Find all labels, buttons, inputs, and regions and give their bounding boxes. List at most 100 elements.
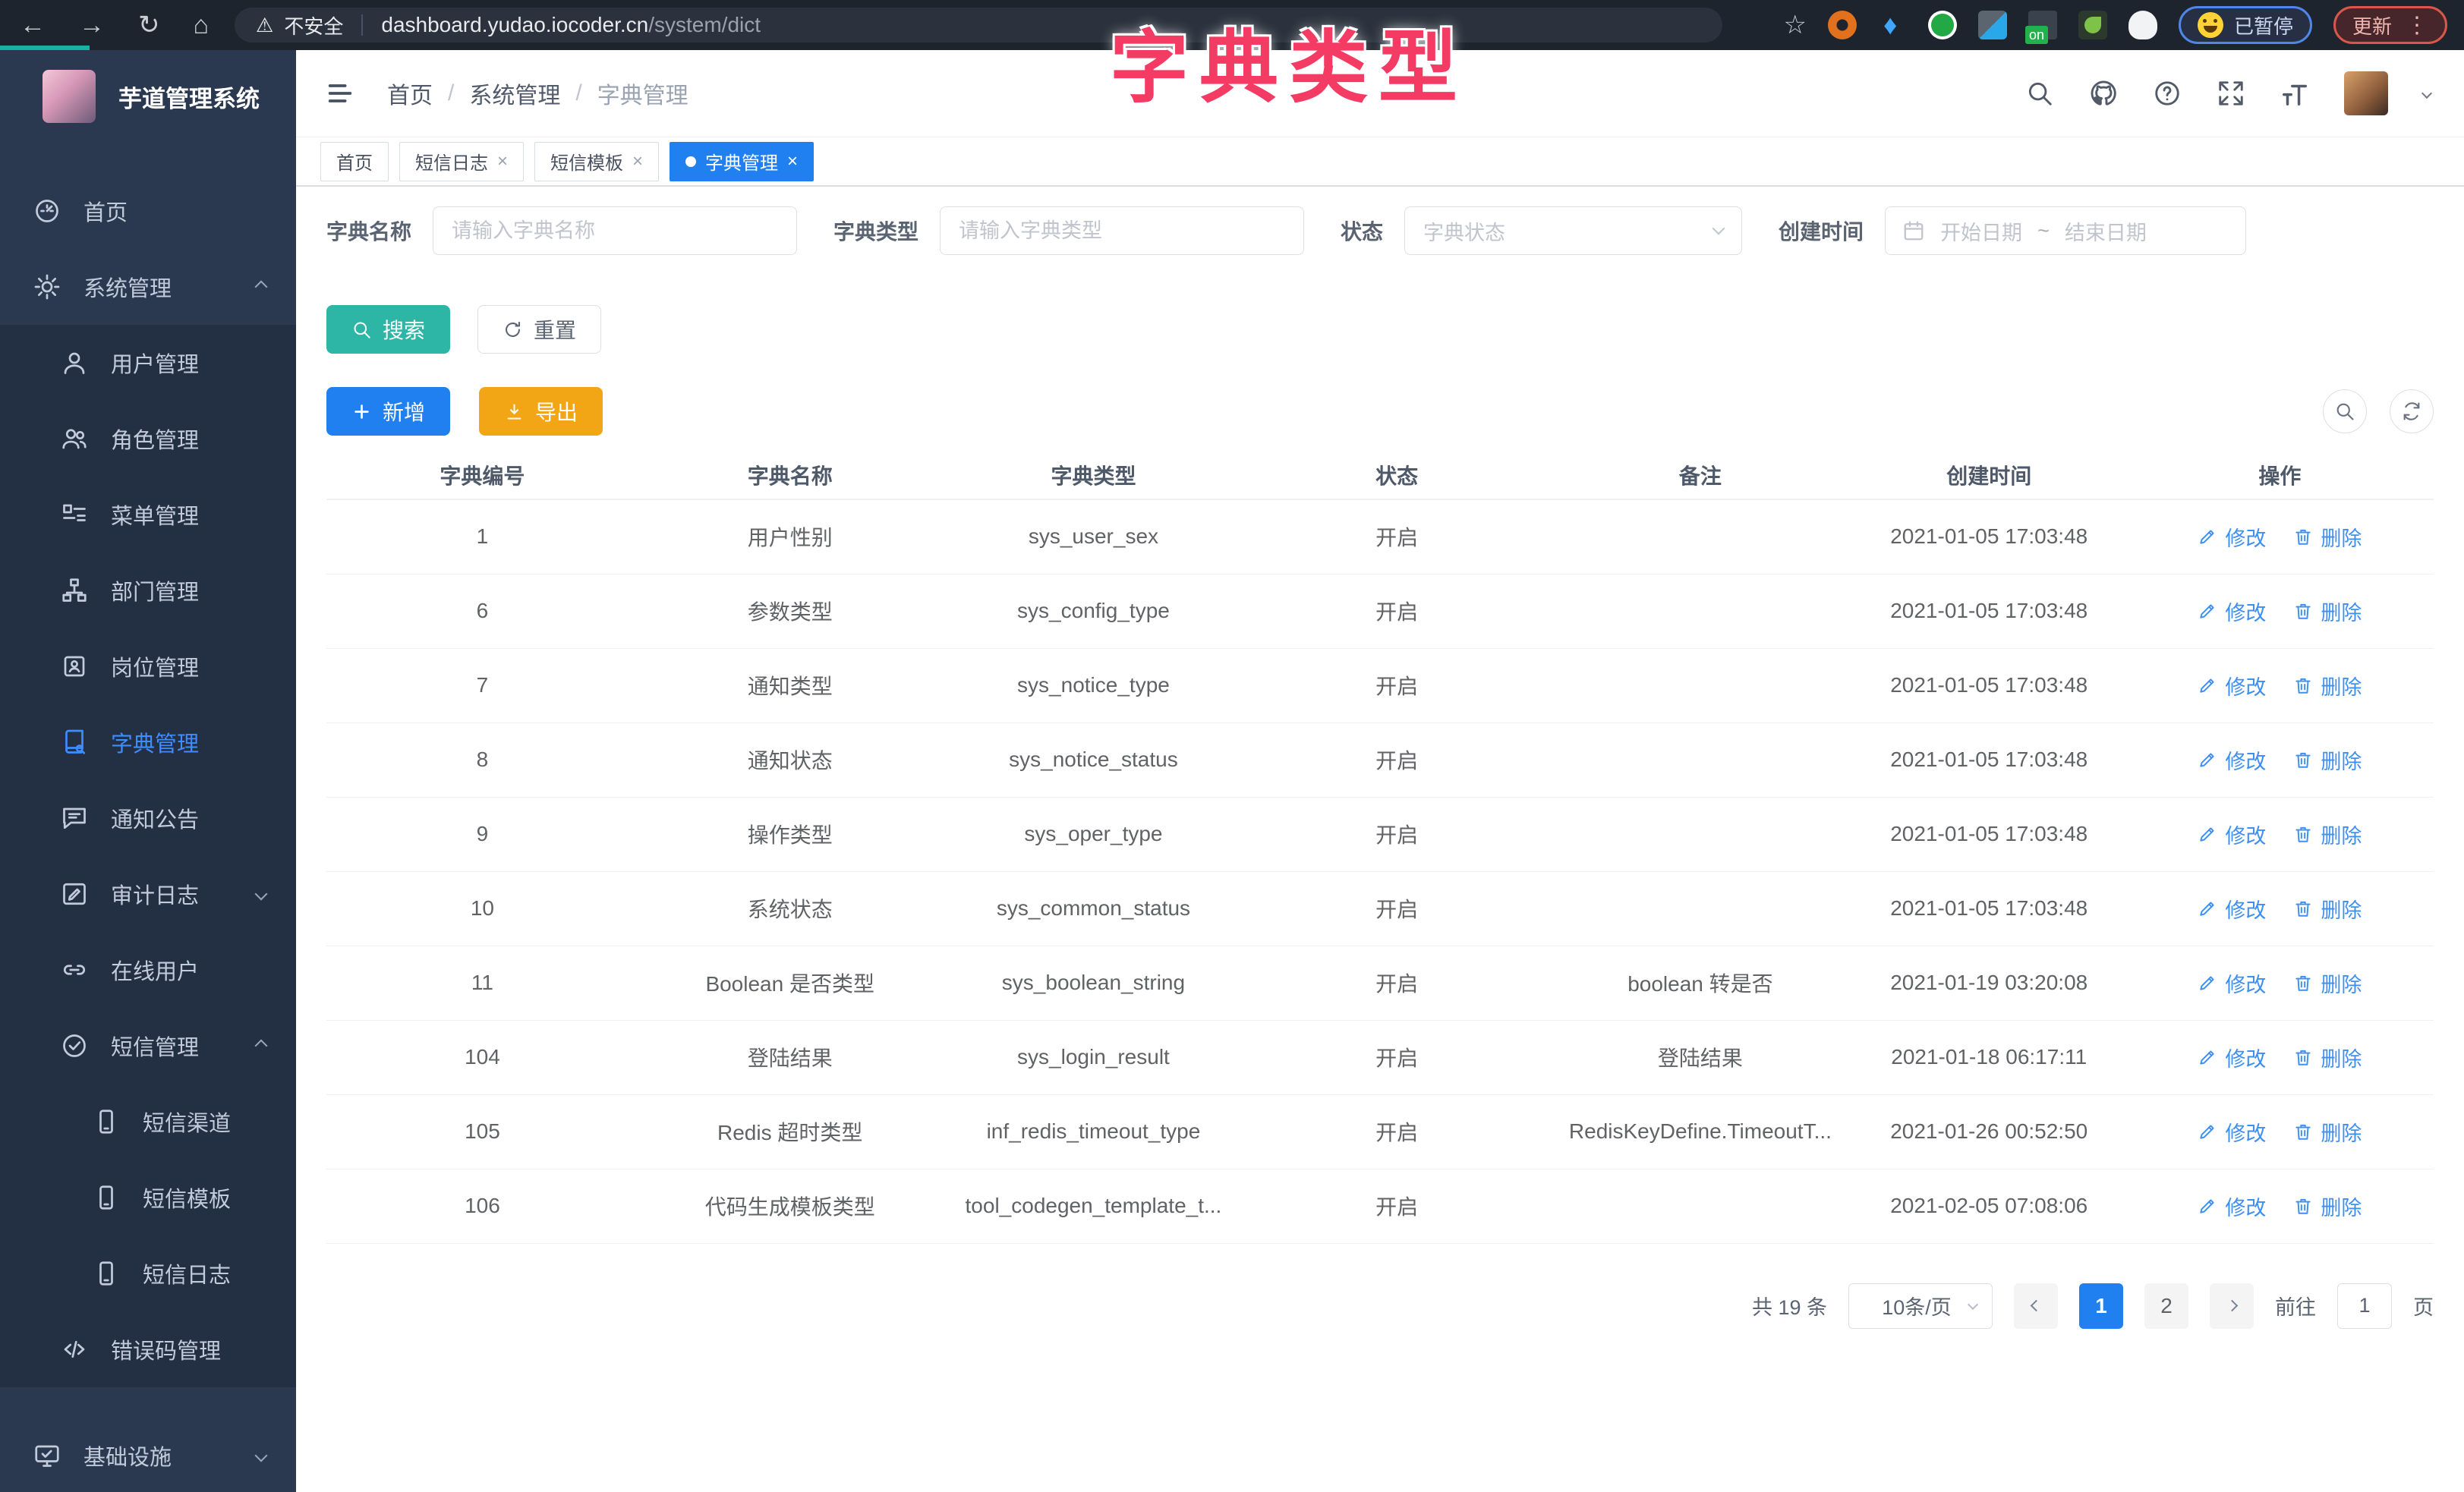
fullscreen-icon[interactable] [2217, 79, 2245, 108]
edit-link[interactable]: 修改 [2198, 596, 2266, 626]
edit-link[interactable]: 修改 [2198, 894, 2266, 924]
delete-link[interactable]: 删除 [2293, 745, 2362, 775]
extension-grid-icon[interactable] [1978, 11, 2007, 39]
page-size-select[interactable]: 10条/页 [1848, 1283, 1993, 1329]
delete-link[interactable]: 删除 [2293, 820, 2362, 849]
dict-name-input[interactable] [433, 206, 797, 255]
table-refresh-button[interactable] [2390, 389, 2434, 433]
browser-update-button[interactable]: 更新 [2333, 6, 2447, 44]
add-button[interactable]: 新增 [326, 387, 450, 436]
browser-home-icon[interactable] [194, 11, 210, 40]
extension-green-circle-icon[interactable] [1928, 11, 1957, 39]
cell-type-link[interactable]: sys_notice_type [942, 648, 1246, 722]
sidebar-item-notices[interactable]: 通知公告 [0, 780, 296, 856]
github-icon[interactable] [2089, 79, 2118, 108]
export-button[interactable]: 导出 [479, 387, 603, 436]
sidebar-item-roles[interactable]: 角色管理 [0, 401, 296, 477]
edit-link[interactable]: 修改 [2198, 1191, 2266, 1221]
help-icon[interactable] [2153, 79, 2182, 108]
search-icon[interactable] [2025, 79, 2054, 108]
tab-home[interactable]: 首页 [320, 142, 389, 181]
sidebar-item-system[interactable]: 系统管理 [0, 249, 296, 325]
extension-leaf-icon[interactable] [2078, 11, 2107, 39]
tab-dictionary[interactable]: 字典管理 [670, 142, 814, 181]
cell-type-link[interactable]: sys_config_type [942, 574, 1246, 648]
edit-link[interactable]: 修改 [2198, 522, 2266, 552]
cell-type-link[interactable]: sys_common_status [942, 871, 1246, 946]
next-page-button[interactable] [2210, 1283, 2254, 1329]
cell-actions: 修改删除 [2126, 871, 2434, 946]
avatar-dropdown-caret-icon[interactable] [2421, 88, 2432, 99]
breadcrumb-home[interactable]: 首页 [387, 77, 433, 110]
edit-link[interactable]: 修改 [2198, 745, 2266, 775]
browser-menu-icon[interactable] [2406, 12, 2428, 39]
table-search-toggle-button[interactable] [2323, 389, 2367, 433]
delete-link[interactable]: 删除 [2293, 596, 2362, 626]
sidebar-item-menus[interactable]: 菜单管理 [0, 477, 296, 552]
page-button-1[interactable]: 1 [2079, 1283, 2123, 1329]
sidebar-item-audit-log[interactable]: 审计日志 [0, 856, 296, 932]
extension-orange-icon[interactable] [1828, 11, 1857, 39]
prev-page-button[interactable] [2014, 1283, 2058, 1329]
edit-link[interactable]: 修改 [2198, 1043, 2266, 1072]
extension-ghost-icon[interactable] [2128, 11, 2157, 39]
phone-icon [93, 1108, 120, 1135]
edit-link[interactable]: 修改 [2198, 671, 2266, 700]
page-button-2[interactable]: 2 [2144, 1283, 2188, 1329]
sidebar-item-departments[interactable]: 部门管理 [0, 552, 296, 628]
close-icon[interactable] [497, 151, 508, 172]
delete-link[interactable]: 删除 [2293, 1043, 2362, 1072]
bookmark-star-icon[interactable] [1783, 10, 1806, 40]
user-avatar[interactable] [2344, 71, 2388, 115]
address-bar[interactable]: 不安全 dashboard.yudao.iocoder.cn /system/d… [235, 8, 1722, 42]
sidebar-item-dictionary[interactable]: 字典管理 [0, 704, 296, 780]
extension-switch-icon[interactable]: on [2028, 11, 2057, 39]
delete-link[interactable]: 删除 [2293, 671, 2362, 700]
extension-paused-pill[interactable]: 已暂停 [2179, 6, 2312, 44]
delete-link[interactable]: 删除 [2293, 1191, 2362, 1221]
sidebar-item-error-codes[interactable]: 错误码管理 [0, 1311, 296, 1387]
sidebar-item-sms[interactable]: 短信管理 [0, 1008, 296, 1084]
browser-reload-icon[interactable] [138, 10, 160, 40]
delete-link[interactable]: 删除 [2293, 894, 2362, 924]
edit-link[interactable]: 修改 [2198, 820, 2266, 849]
cell-type-link[interactable]: sys_login_result [942, 1020, 1246, 1094]
date-range-picker[interactable]: 开始日期 ~ 结束日期 [1885, 206, 2246, 255]
close-icon[interactable] [787, 151, 798, 172]
tab-sms-template[interactable]: 短信模板 [534, 142, 659, 181]
sidebar-item-home[interactable]: 首页 [0, 173, 296, 249]
collapse-sidebar-icon[interactable] [325, 78, 355, 109]
breadcrumb-system[interactable]: 系统管理 [469, 77, 560, 110]
sidebar-item-posts[interactable]: 岗位管理 [0, 628, 296, 704]
app-logo-row[interactable]: 芋道管理系统 [0, 50, 296, 123]
browser-back-icon[interactable] [20, 11, 46, 40]
cell-type-link[interactable]: tool_codegen_template_t... [942, 1169, 1246, 1243]
sidebar-item-sms-template[interactable]: 短信模板 [0, 1160, 296, 1235]
font-size-icon[interactable] [2280, 79, 2309, 108]
delete-link[interactable]: 删除 [2293, 1117, 2362, 1147]
dict-type-input[interactable] [940, 206, 1304, 255]
edit-link[interactable]: 修改 [2198, 968, 2266, 998]
sidebar-item-sms-log[interactable]: 短信日志 [0, 1235, 296, 1311]
sidebar-item-sms-channel[interactable]: 短信渠道 [0, 1084, 296, 1160]
cell-type-link[interactable]: sys_oper_type [942, 797, 1246, 871]
sidebar-item-users[interactable]: 用户管理 [0, 325, 296, 401]
status-select[interactable]: 字典状态 [1404, 206, 1742, 255]
cell-type-link[interactable]: sys_boolean_string [942, 946, 1246, 1020]
cell-type-link[interactable]: inf_redis_timeout_type [942, 1094, 1246, 1169]
cell-type-link[interactable]: sys_user_sex [942, 499, 1246, 574]
sidebar-item-infrastructure[interactable]: 基础设施 [0, 1418, 296, 1492]
delete-link[interactable]: 删除 [2293, 968, 2362, 998]
app-title: 芋道管理系统 [118, 80, 260, 114]
sidebar-item-online-users[interactable]: 在线用户 [0, 932, 296, 1008]
tab-sms-log[interactable]: 短信日志 [399, 142, 524, 181]
extension-blue-gem-icon[interactable] [1878, 11, 1907, 39]
edit-link[interactable]: 修改 [2198, 1117, 2266, 1147]
cell-type-link[interactable]: sys_notice_status [942, 722, 1246, 797]
browser-forward-icon[interactable] [79, 11, 105, 40]
close-icon[interactable] [632, 151, 643, 172]
reset-button[interactable]: 重置 [477, 305, 601, 354]
delete-link[interactable]: 删除 [2293, 522, 2362, 552]
search-button[interactable]: 搜索 [326, 305, 450, 354]
goto-page-input[interactable] [2337, 1283, 2392, 1329]
